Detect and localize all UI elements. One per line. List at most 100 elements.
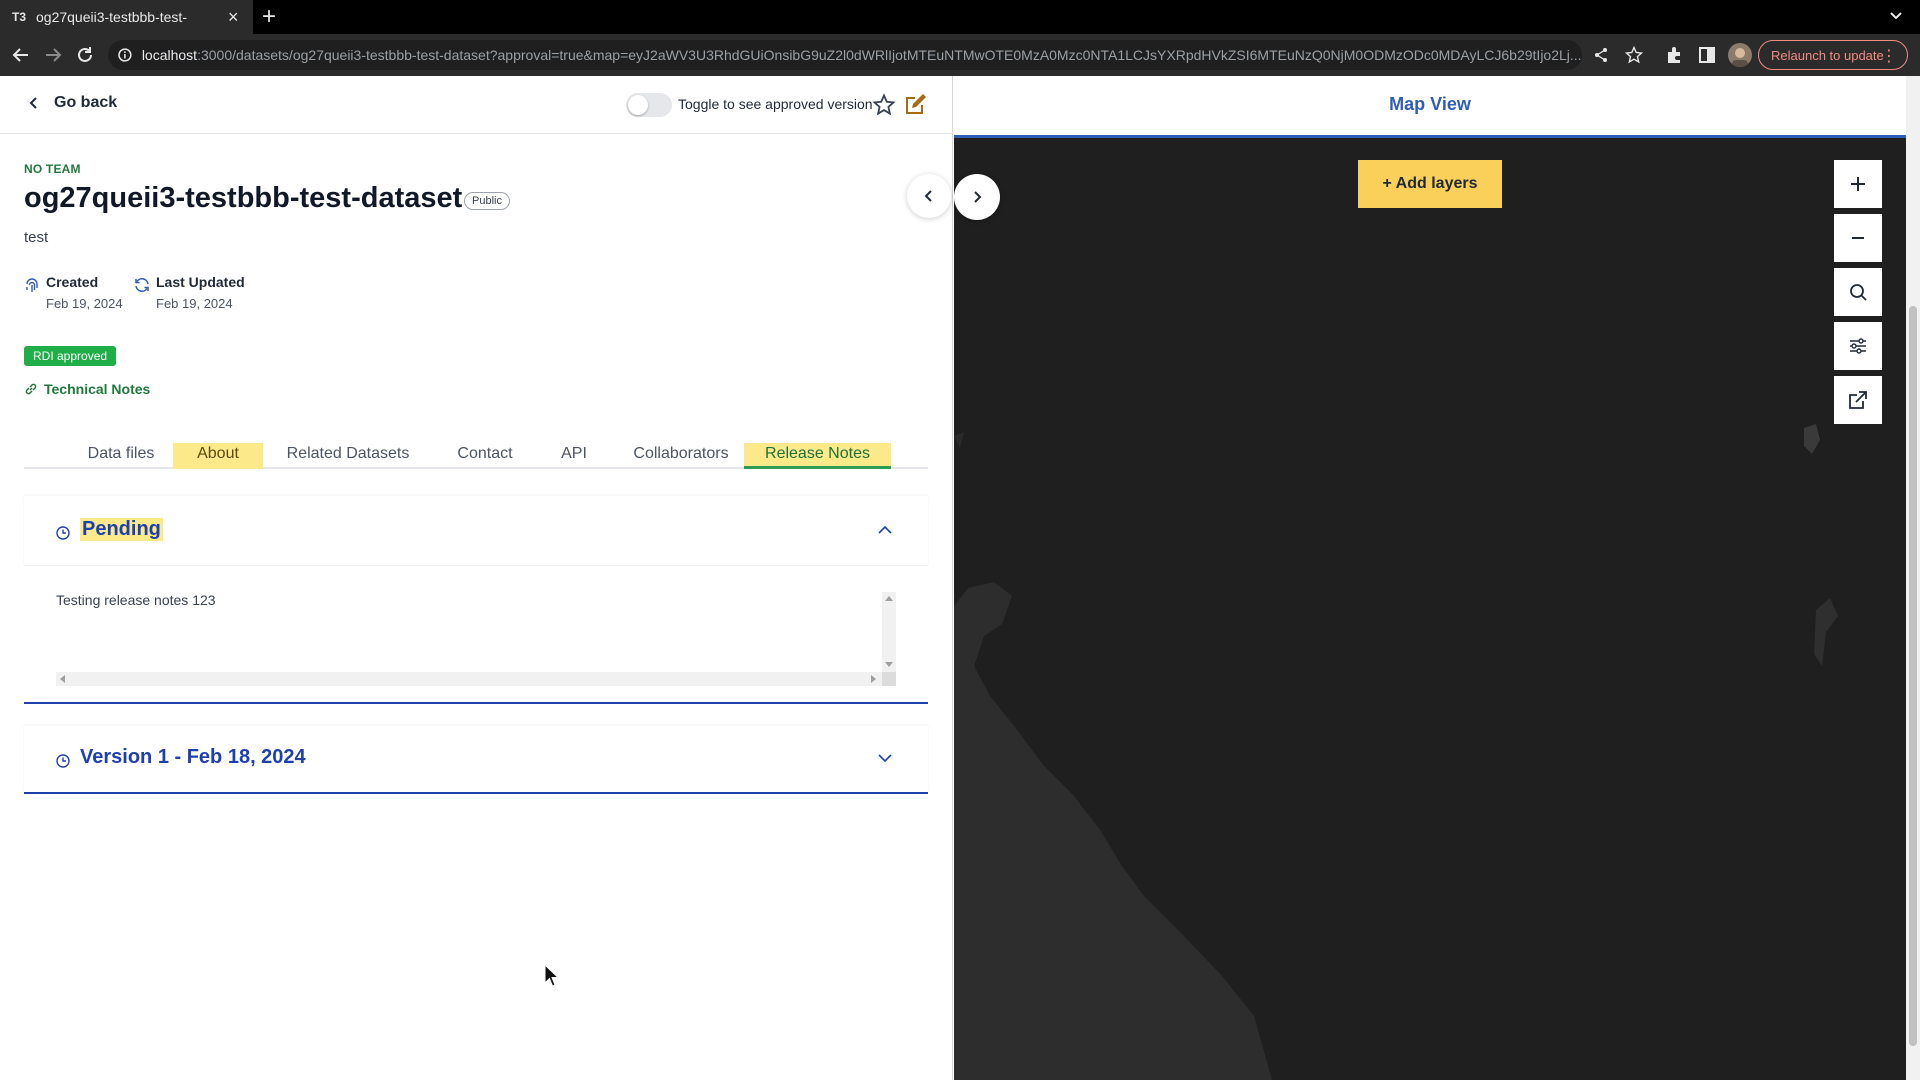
- go-back-link[interactable]: Go back: [28, 94, 117, 112]
- scrollbar-corner: [882, 672, 896, 686]
- forward-arrow-icon[interactable]: [42, 44, 64, 66]
- tab-close-icon[interactable]: ×: [228, 7, 239, 28]
- minus-icon: [1852, 237, 1864, 239]
- map-land-shapes: [954, 424, 1838, 1080]
- horizontal-scrollbar[interactable]: [56, 672, 882, 686]
- page-scrollbar-thumb[interactable]: [1909, 306, 1917, 1046]
- chevron-up-icon[interactable]: [877, 524, 893, 536]
- map-settings-button[interactable]: [1834, 322, 1882, 370]
- browser-tabstrip: T3 og27queii3-testbbb-test- × +: [0, 0, 1920, 34]
- go-back-label: Go back: [54, 94, 118, 111]
- updated-label: Last Updated: [156, 274, 245, 290]
- version-1-title: Version 1 - Feb 18, 2024: [80, 746, 306, 768]
- plus-icon: [1851, 177, 1865, 191]
- chevron-left-icon: [924, 190, 932, 202]
- tab-search-chevron-icon[interactable]: [1888, 8, 1904, 24]
- dataset-panel: Go back Toggle to see approved version N…: [0, 76, 953, 1080]
- scroll-right-arrow-icon[interactable]: [871, 675, 876, 683]
- toggle-knob: [628, 95, 648, 115]
- share-icon[interactable]: [1592, 46, 1610, 64]
- release-section-pending: Pending Testing release notes 123: [24, 496, 928, 704]
- technical-notes-label: Technical Notes: [44, 381, 151, 397]
- release-section-version-1: Version 1 - Feb 18, 2024: [24, 726, 928, 794]
- page-scrollbar[interactable]: [1906, 76, 1920, 1080]
- url-text: localhost:3000/datasets/og27queii3-testb…: [142, 47, 1582, 63]
- chevron-left-icon: [29, 97, 37, 109]
- expand-panel-button[interactable]: [954, 174, 1000, 220]
- tab-favicon-icon: T3: [12, 10, 27, 24]
- scroll-down-arrow-icon[interactable]: [885, 662, 893, 667]
- pending-title: Pending: [80, 518, 163, 541]
- created-meta: Created Feb 19, 2024: [24, 274, 123, 311]
- relaunch-label: Relaunch to update: [1771, 47, 1884, 63]
- map-view-title: Map View: [1389, 94, 1471, 114]
- mouse-cursor-icon: [544, 964, 560, 987]
- more-menu-icon[interactable]: ⋮: [1881, 46, 1897, 66]
- tab-related-datasets[interactable]: Related Datasets: [268, 443, 428, 469]
- pending-header[interactable]: Pending: [24, 496, 928, 566]
- search-icon: [1850, 284, 1867, 301]
- chevron-down-icon[interactable]: [877, 752, 893, 764]
- version-1-header[interactable]: Version 1 - Feb 18, 2024: [24, 726, 928, 792]
- map-panel[interactable]: Map View + Add layers: [954, 76, 1906, 1080]
- fingerprint-icon: [26, 278, 38, 292]
- scroll-up-arrow-icon[interactable]: [885, 596, 893, 601]
- updated-date: Feb 19, 2024: [156, 296, 233, 311]
- approved-version-toggle[interactable]: [626, 93, 672, 117]
- extensions-puzzle-icon[interactable]: [1664, 44, 1686, 66]
- collapse-panel-button[interactable]: [907, 174, 951, 218]
- browser-tab[interactable]: T3 og27queii3-testbbb-test- ×: [0, 0, 253, 34]
- add-layers-button[interactable]: + Add layers: [1358, 160, 1502, 208]
- star-icon[interactable]: [872, 93, 896, 117]
- dataset-tabs: Data files About Related Datasets Contac…: [24, 443, 928, 469]
- page: Go back Toggle to see approved version N…: [0, 76, 1920, 1080]
- back-arrow-icon[interactable]: [10, 44, 32, 66]
- refresh-icon: [135, 278, 149, 292]
- tab-title: og27queii3-testbbb-test-: [36, 9, 187, 25]
- zoom-in-button[interactable]: [1834, 160, 1882, 208]
- dataset-title: og27queii3-testbbb-test-dataset: [24, 182, 463, 214]
- created-label: Created: [46, 274, 99, 290]
- reload-icon[interactable]: [74, 44, 96, 66]
- chevron-right-icon: [974, 191, 982, 203]
- edit-icon[interactable]: [904, 92, 928, 116]
- map-header: Map View: [954, 76, 1906, 138]
- scroll-left-arrow-icon[interactable]: [60, 675, 65, 683]
- dataset-topbar: Go back Toggle to see approved version: [0, 76, 953, 134]
- sliders-icon: [1850, 338, 1866, 354]
- release-notes-content[interactable]: Testing release notes 123: [56, 592, 898, 686]
- side-panel-icon[interactable]: [1696, 44, 1718, 66]
- vertical-scrollbar[interactable]: [882, 592, 896, 672]
- visibility-badge: Public: [464, 192, 510, 210]
- tab-release-notes[interactable]: Release Notes: [744, 443, 891, 469]
- external-link-icon: [1849, 391, 1867, 409]
- site-info-icon[interactable]: [118, 48, 132, 62]
- bookmark-star-icon[interactable]: [1625, 46, 1643, 64]
- url-host: localhost: [141, 47, 198, 63]
- tab-collaborators[interactable]: Collaborators: [616, 443, 746, 469]
- new-tab-plus-icon[interactable]: +: [262, 3, 276, 31]
- address-bar[interactable]: localhost:3000/datasets/og27queii3-testb…: [108, 40, 1582, 70]
- clock-icon: [56, 754, 70, 768]
- clock-icon: [56, 526, 70, 540]
- updated-meta: Last Updated Feb 19, 2024: [134, 274, 245, 311]
- pending-notes-text: Testing release notes 123: [56, 592, 216, 608]
- url-path: :3000/datasets/og27queii3-testbbb-test-d…: [197, 47, 1582, 63]
- open-external-button[interactable]: [1834, 376, 1882, 424]
- dataset-description: test: [24, 229, 49, 246]
- tab-data-files[interactable]: Data files: [68, 443, 174, 469]
- tab-contact[interactable]: Contact: [434, 443, 536, 469]
- tab-about[interactable]: About: [173, 443, 263, 469]
- tab-api[interactable]: API: [540, 443, 608, 469]
- browser-toolbar: localhost:3000/datasets/og27queii3-testb…: [0, 34, 1920, 76]
- link-icon: [25, 383, 37, 395]
- rdi-approved-badge: RDI approved: [24, 346, 117, 366]
- map-search-button[interactable]: [1834, 268, 1882, 316]
- profile-avatar[interactable]: [1728, 43, 1752, 67]
- technical-notes-link[interactable]: Technical Notes: [24, 381, 150, 397]
- avatar-face-icon: [1732, 48, 1748, 67]
- created-date: Feb 19, 2024: [46, 296, 123, 311]
- relaunch-to-update-button[interactable]: Relaunch to update ⋮: [1758, 40, 1908, 70]
- team-label: NO TEAM: [24, 162, 81, 176]
- zoom-out-button[interactable]: [1834, 214, 1882, 262]
